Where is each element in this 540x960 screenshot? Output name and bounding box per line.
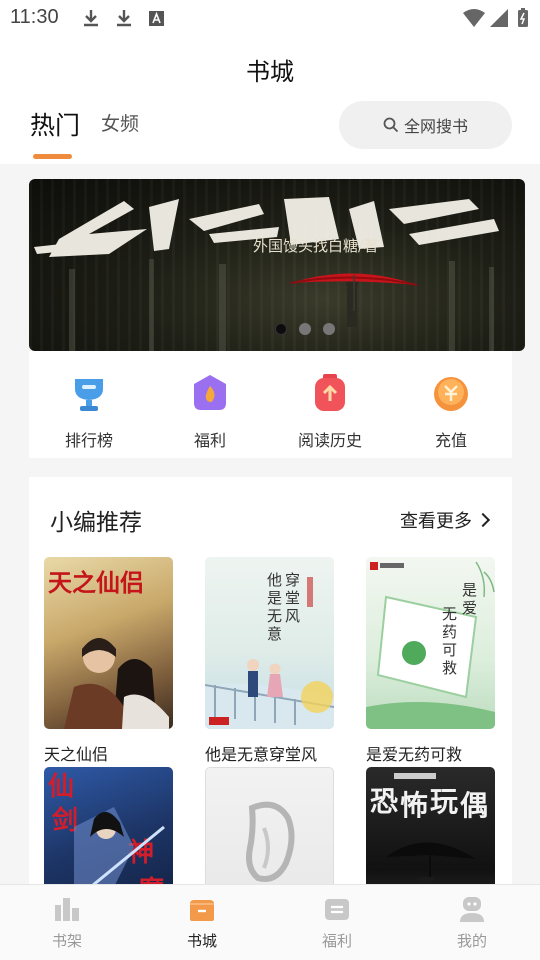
quick-action-recharge[interactable]: 充值 [401, 373, 501, 451]
carousel-indicators [275, 323, 335, 335]
book-cover: 天之仙侣 [44, 557, 173, 729]
nav-bookstore[interactable]: 书城 [162, 895, 242, 951]
book-cover: 是爱 无药可救 [366, 557, 495, 729]
svg-text:爱: 爱 [462, 599, 477, 617]
quick-action-ranking[interactable]: 排行榜 [39, 373, 139, 451]
bookshelf-icon [53, 895, 81, 923]
search-label: 全网搜书 [403, 117, 468, 136]
welfare-icon [323, 895, 351, 923]
nav-label: 我的 [456, 932, 487, 950]
nav-label: 书架 [51, 932, 82, 950]
svg-text:天之仙侣: 天之仙侣 [48, 568, 144, 597]
gift-flame-icon [190, 373, 230, 413]
carousel-dot-active[interactable] [275, 323, 287, 335]
see-more-link[interactable]: 查看更多 [400, 507, 491, 533]
history-icon [310, 373, 350, 413]
quick-action-label: 阅读历史 [297, 431, 362, 450]
banner-carousel[interactable]: 外国馒头找白糖/著 [29, 179, 525, 351]
bottom-navigation: 书架 书城 福利 我的 [0, 884, 540, 960]
svg-text:救: 救 [442, 659, 457, 677]
battery-icon [518, 8, 528, 27]
carousel-dot[interactable] [323, 323, 335, 335]
book-card[interactable]: 天之仙侣 天之仙侣 [44, 557, 173, 764]
download-icon [117, 10, 131, 27]
status-bar: 11:30 [0, 0, 540, 36]
svg-text:是: 是 [267, 589, 282, 607]
book-title: 他是无意穿堂风 [205, 745, 318, 764]
nav-profile[interactable]: 我的 [432, 895, 512, 951]
profile-icon [458, 895, 486, 923]
nav-welfare[interactable]: 福利 [297, 895, 377, 951]
quick-action-label: 福利 [193, 431, 226, 450]
svg-text:玩: 玩 [430, 785, 458, 818]
text-app-icon [149, 11, 164, 26]
search-button[interactable]: 全网搜书 [339, 101, 512, 149]
page-title: 书城 [246, 58, 294, 86]
banner-subtitle: 外国馒头找白糖/著 [253, 237, 379, 255]
header: 书城 热门 女频 全网搜书 [0, 36, 540, 164]
svg-text:穿: 穿 [285, 571, 300, 589]
tab-hot[interactable]: 热门 [30, 106, 80, 142]
quick-actions-panel: 排行榜 福利 阅读历史 充值 [29, 351, 512, 458]
svg-text:意: 意 [267, 625, 282, 643]
svg-text:是: 是 [462, 581, 477, 599]
nav-label: 书城 [186, 932, 217, 950]
svg-text:他: 他 [267, 571, 282, 589]
book-card[interactable]: 是爱 无药可救 是爱无药可救 [366, 557, 495, 764]
svg-text:风: 风 [285, 607, 300, 625]
signal-icon [490, 9, 508, 27]
chevron-right-icon [475, 512, 491, 528]
search-icon [383, 117, 399, 133]
tab-female[interactable]: 女频 [101, 109, 139, 136]
svg-text:药: 药 [442, 623, 457, 641]
bookstore-icon [188, 895, 216, 923]
svg-text:无: 无 [442, 605, 457, 623]
download-icon [84, 10, 98, 27]
trophy-icon [69, 373, 109, 413]
svg-text:可: 可 [442, 641, 457, 659]
svg-text:怖: 怖 [400, 789, 428, 822]
book-cover: 他是无意 穿堂风 [205, 557, 334, 729]
see-more-label: 查看更多 [400, 511, 472, 532]
tab-indicator [33, 154, 72, 159]
recommend-section: 小编推荐 查看更多 天之仙侣 天之仙侣 他是无意 穿 堂 风 他是无意穿堂风 是… [29, 477, 512, 939]
carousel-dot[interactable] [299, 323, 311, 335]
book-card[interactable]: 他是无意 穿堂风 他是无意穿堂风 [205, 557, 334, 764]
section-title: 小编推荐 [50, 510, 142, 536]
book-title: 是爱无药可救 [366, 745, 463, 764]
svg-text:仙: 仙 [48, 772, 74, 802]
quick-action-history[interactable]: 阅读历史 [280, 373, 380, 451]
svg-text:偶: 偶 [460, 789, 488, 822]
svg-text:恐: 恐 [370, 785, 398, 818]
status-time: 11:30 [10, 6, 59, 28]
coin-icon [431, 373, 471, 413]
quick-action-label: 排行榜 [64, 431, 113, 450]
wifi-icon [463, 9, 485, 27]
nav-label: 福利 [321, 932, 352, 950]
nav-bookshelf[interactable]: 书架 [27, 895, 107, 951]
quick-action-label: 充值 [434, 431, 467, 450]
svg-text:无: 无 [267, 607, 282, 625]
svg-text:堂: 堂 [285, 589, 300, 607]
quick-action-welfare[interactable]: 福利 [160, 373, 260, 451]
book-title: 天之仙侣 [44, 745, 109, 764]
